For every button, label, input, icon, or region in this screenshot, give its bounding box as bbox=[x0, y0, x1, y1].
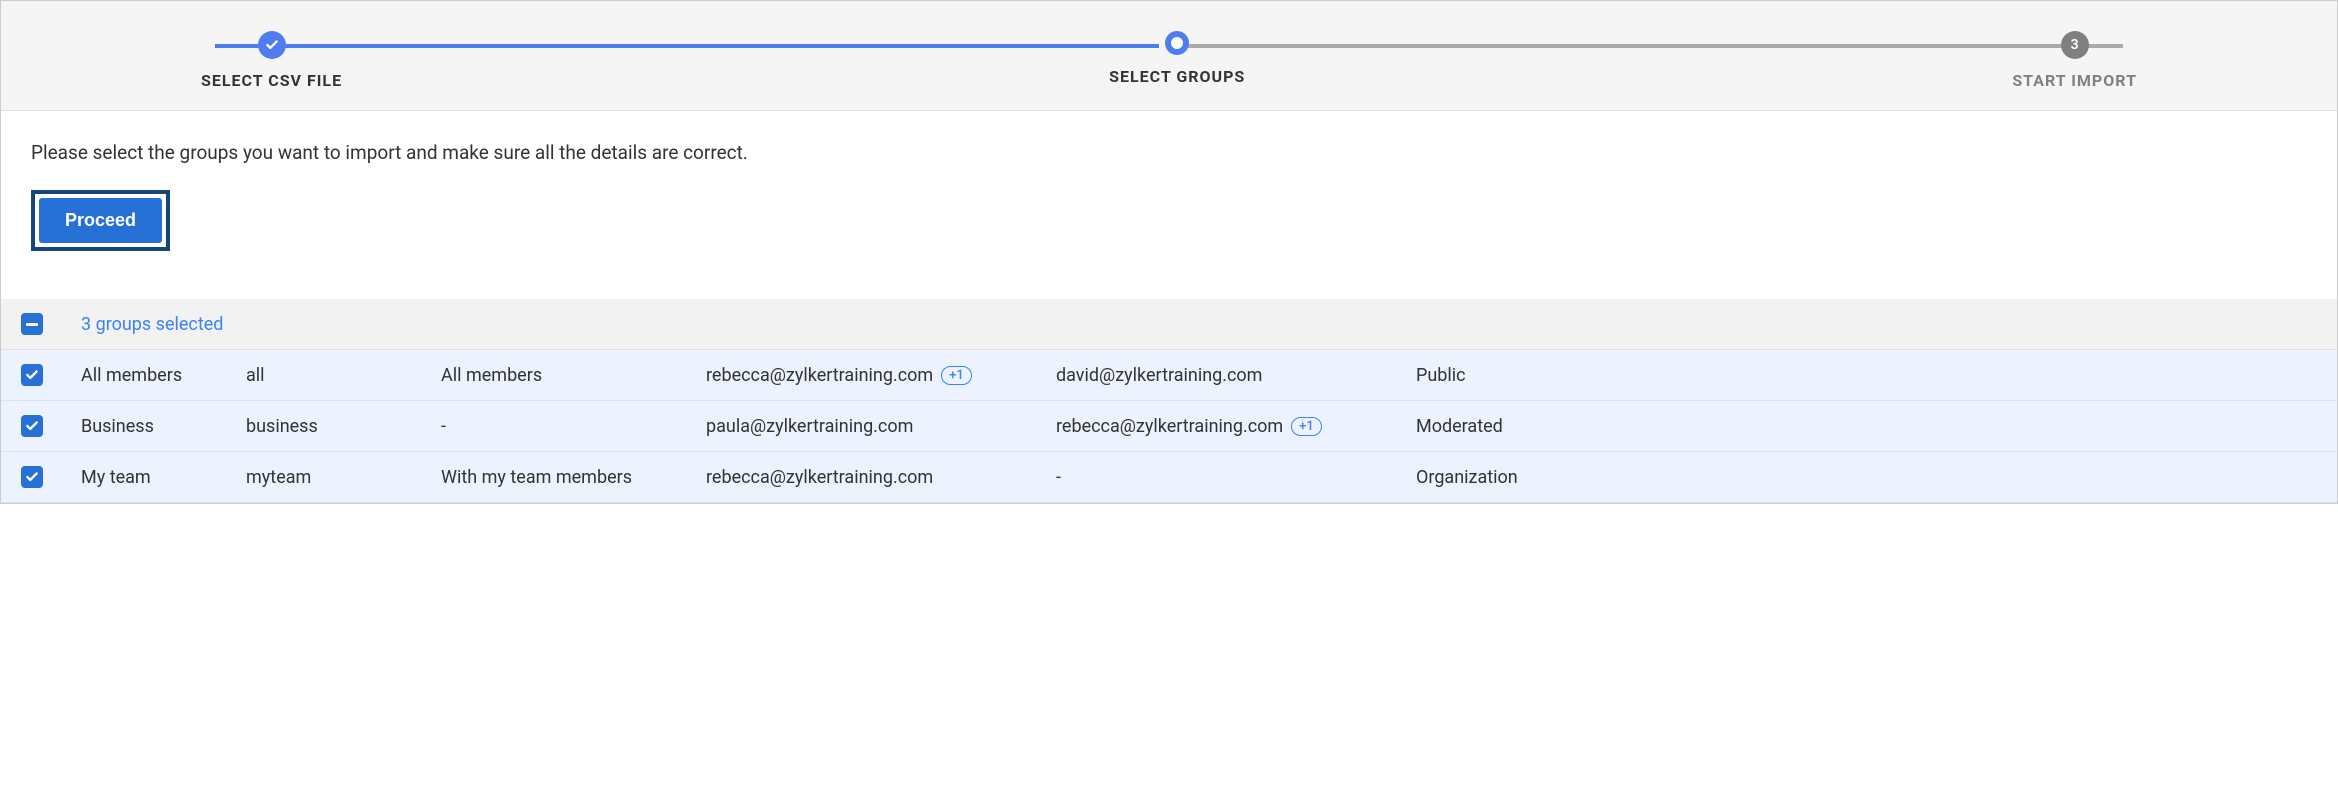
group-alias: all bbox=[246, 365, 441, 386]
step-3: 3 START IMPORT bbox=[2012, 31, 2137, 90]
step-number-icon: 3 bbox=[2061, 31, 2089, 59]
step-1: SELECT CSV FILE bbox=[201, 31, 342, 90]
group-type: Moderated bbox=[1416, 416, 2317, 437]
group-owner-email: rebecca@zylkertraining.com bbox=[706, 365, 933, 386]
group-name: Business bbox=[81, 416, 246, 437]
group-description: All members bbox=[441, 365, 706, 386]
proceed-highlight: Proceed bbox=[31, 190, 170, 251]
stepper-line-completed bbox=[215, 44, 1159, 48]
group-type: Public bbox=[1416, 365, 2317, 386]
step-2: SELECT GROUPS bbox=[1109, 31, 1245, 86]
step-label: SELECT CSV FILE bbox=[201, 71, 342, 90]
group-member-email: rebecca@zylkertraining.com bbox=[1056, 416, 1283, 437]
table-header-row: 3 groups selected bbox=[1, 299, 2337, 350]
stepper-line-pending bbox=[1179, 44, 2123, 48]
row-checkbox[interactable] bbox=[21, 415, 43, 437]
group-type: Organization bbox=[1416, 467, 2317, 488]
group-alias: myteam bbox=[246, 467, 441, 488]
step-label: START IMPORT bbox=[2012, 71, 2137, 90]
row-checkbox[interactable] bbox=[21, 364, 43, 386]
group-name: My team bbox=[81, 467, 246, 488]
step-label: SELECT GROUPS bbox=[1109, 67, 1245, 86]
table-row: My team myteam With my team members rebe… bbox=[1, 452, 2337, 503]
select-all-checkbox[interactable] bbox=[21, 313, 43, 335]
more-count-badge[interactable]: +1 bbox=[1291, 417, 1322, 436]
group-description: - bbox=[441, 416, 706, 437]
stepper: SELECT CSV FILE SELECT GROUPS 3 START IM… bbox=[1, 1, 2337, 111]
group-owner-email: paula@zylkertraining.com bbox=[706, 416, 913, 437]
group-alias: business bbox=[246, 416, 441, 437]
instruction-text: Please select the groups you want to imp… bbox=[31, 141, 2307, 164]
table-row: All members all All members rebecca@zylk… bbox=[1, 350, 2337, 401]
proceed-button[interactable]: Proceed bbox=[39, 198, 162, 243]
group-description: With my team members bbox=[441, 467, 706, 488]
check-icon bbox=[258, 31, 286, 59]
group-name: All members bbox=[81, 365, 246, 386]
table-row: Business business - paula@zylkertraining… bbox=[1, 401, 2337, 452]
group-owner-email: rebecca@zylkertraining.com bbox=[706, 467, 933, 488]
group-member-email: - bbox=[1056, 467, 1061, 488]
more-count-badge[interactable]: +1 bbox=[941, 366, 972, 385]
content-area: Please select the groups you want to imp… bbox=[1, 111, 2337, 299]
groups-table: 3 groups selected All members all All me… bbox=[1, 299, 2337, 503]
active-dot-icon bbox=[1165, 31, 1189, 55]
selection-summary: 3 groups selected bbox=[81, 314, 223, 335]
group-member-email: david@zylkertraining.com bbox=[1056, 365, 1262, 386]
import-wizard: SELECT CSV FILE SELECT GROUPS 3 START IM… bbox=[0, 0, 2338, 504]
row-checkbox[interactable] bbox=[21, 466, 43, 488]
